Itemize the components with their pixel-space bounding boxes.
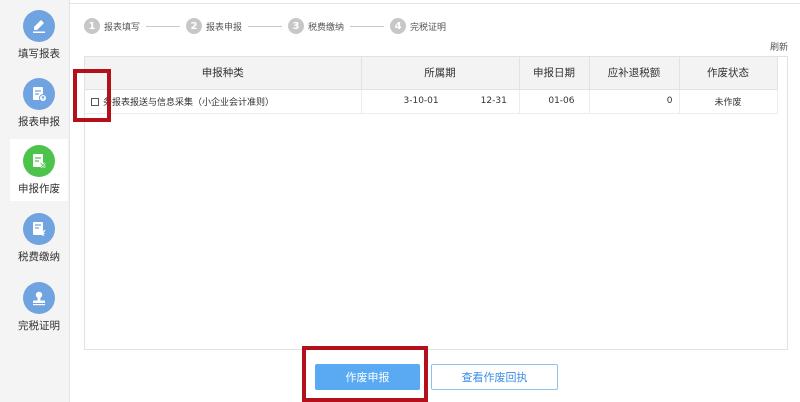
step-connector <box>146 25 181 27</box>
declaration-type-text: 务报表报送与信息采集（小企业会计准则） <box>103 97 275 108</box>
period-start: 3-10-01 <box>403 96 439 106</box>
progress-steps: 1 报表填写 2 报表申报 3 税费缴纳 4 完税证明 <box>84 16 446 36</box>
step-label: 报表填写 <box>104 22 141 33</box>
step-label: 报表申报 <box>206 22 243 33</box>
step-1: 1 报表填写 <box>84 18 140 34</box>
cell-declaration-type: 务报表报送与信息采集（小企业会计准则） <box>85 89 362 114</box>
checkbox-highlight-box <box>73 69 111 122</box>
step-label: 税费缴纳 <box>308 22 345 33</box>
sidebar-item-label: 完税证明 <box>18 320 60 332</box>
page: 填写报表 报表申报 申报作废 税费缴纳 完税证明 1 报表填写 2 报表申报 3… <box>0 0 800 402</box>
column-header-status: 作废状态 <box>679 57 778 90</box>
column-header-date: 申报日期 <box>519 57 590 90</box>
step-number: 3 <box>288 18 305 34</box>
sidebar-item-label: 税费缴纳 <box>18 251 60 263</box>
step-number: 1 <box>84 18 100 34</box>
sidebar-item-label: 报表申报 <box>18 116 60 128</box>
top-divider <box>70 0 800 4</box>
view-void-receipt-button[interactable]: 查看作废回执 <box>431 364 558 390</box>
declaration-table-panel: 申报种类 所属期 申报日期 应补退税额 作废状态 务报表报送与信息采集（小企业会… <box>84 56 788 350</box>
cell-tax-amount: 0 <box>589 89 680 114</box>
declaration-table: 申报种类 所属期 申报日期 应补退税额 作废状态 务报表报送与信息采集（小企业会… <box>85 57 778 114</box>
sidebar-item-label: 填写报表 <box>18 48 60 60</box>
table-header-row: 申报种类 所属期 申报日期 应补退税额 作废状态 <box>85 57 778 90</box>
sidebar-item-label: 申报作废 <box>18 183 60 195</box>
column-header-amount: 应补退税额 <box>589 57 680 90</box>
period-end: 12-31 <box>480 96 507 106</box>
sidebar-item-tax-payment[interactable]: 税费缴纳 <box>10 207 68 269</box>
stamp-icon <box>23 282 55 314</box>
step-connector <box>350 25 385 27</box>
pen-icon <box>23 10 55 42</box>
cell-declaration-date: 01-06 <box>519 89 590 114</box>
cell-void-status: 未作废 <box>679 89 778 114</box>
step-connector <box>248 25 283 27</box>
step-3: 3 税费缴纳 <box>288 18 344 34</box>
sidebar-item-submit-report[interactable]: 报表申报 <box>10 72 68 134</box>
step-4: 4 完税证明 <box>390 18 446 34</box>
sidebar-item-void-declaration[interactable]: 申报作废 <box>10 139 68 201</box>
sidebar: 填写报表 报表申报 申报作废 税费缴纳 完税证明 <box>0 0 70 402</box>
refresh-link[interactable]: 刷新 <box>770 40 788 53</box>
sidebar-item-tax-certificate[interactable]: 完税证明 <box>10 276 68 338</box>
step-number: 4 <box>390 18 407 34</box>
column-header-period: 所属期 <box>361 57 520 90</box>
tax-payment-icon <box>23 213 55 245</box>
report-upload-icon <box>23 78 55 110</box>
step-label: 完税证明 <box>410 22 447 33</box>
table-row[interactable]: 务报表报送与信息采集（小企业会计准则） 3-10-01 12-31 01-06 0… <box>85 89 778 114</box>
step-number: 2 <box>186 18 203 34</box>
column-header-type: 申报种类 <box>85 57 362 90</box>
void-button-highlight-box <box>302 346 428 402</box>
sidebar-item-fill-report[interactable]: 填写报表 <box>10 4 68 66</box>
document-void-icon <box>23 145 55 177</box>
step-2: 2 报表申报 <box>186 18 242 34</box>
cell-period: 3-10-01 12-31 <box>361 89 520 114</box>
